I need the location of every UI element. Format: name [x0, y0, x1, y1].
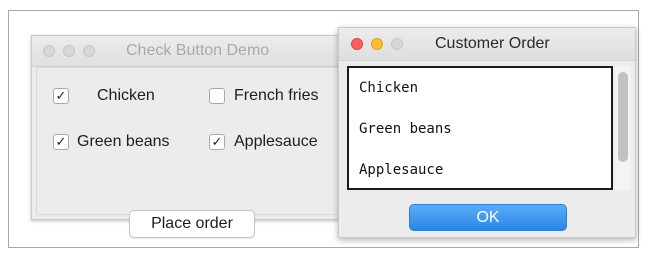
check-button-demo-window: Check Button Demo ✓ Chicken French fries… [31, 35, 347, 238]
close-window-icon[interactable] [43, 45, 55, 57]
scrollbar-thumb[interactable] [618, 72, 628, 162]
list-item[interactable]: Applesauce [359, 162, 443, 178]
order-listbox[interactable]: Chicken Green beans Applesauce [347, 66, 613, 190]
minimize-window-icon[interactable] [63, 45, 75, 57]
zoom-window-icon[interactable] [83, 45, 95, 57]
vertical-scrollbar[interactable] [615, 66, 631, 190]
place-order-button[interactable]: Place order [129, 210, 255, 238]
checkbox-green-beans[interactable]: ✓ [53, 134, 69, 150]
checkbox-applesauce[interactable]: ✓ [209, 134, 225, 150]
minimize-window-icon[interactable] [371, 38, 383, 50]
checkbox-chicken[interactable]: ✓ [53, 88, 69, 104]
customer-order-window: Customer Order Chicken Green beans Apple… [338, 27, 636, 238]
checkbox-label-chicken[interactable]: Chicken [97, 87, 155, 105]
ok-button[interactable]: OK [409, 204, 567, 231]
window-content: ✓ Chicken French fries ✓ Green beans ✓ A… [36, 67, 342, 238]
checkbox-label-applesauce[interactable]: Applesauce [234, 133, 318, 151]
checkbox-label-green-beans[interactable]: Green beans [77, 133, 170, 151]
checkbox-french-fries[interactable] [209, 88, 225, 104]
title-bar: Check Button Demo [32, 36, 346, 67]
window-title: Check Button Demo [126, 42, 270, 59]
close-window-icon[interactable] [351, 38, 363, 50]
checkbox-label-french-fries[interactable]: French fries [234, 87, 318, 105]
list-item[interactable]: Green beans [359, 121, 452, 137]
list-item[interactable]: Chicken [359, 80, 418, 96]
window-title: Customer Order [435, 35, 550, 52]
zoom-window-icon[interactable] [391, 38, 403, 50]
title-bar: Customer Order [339, 28, 635, 61]
